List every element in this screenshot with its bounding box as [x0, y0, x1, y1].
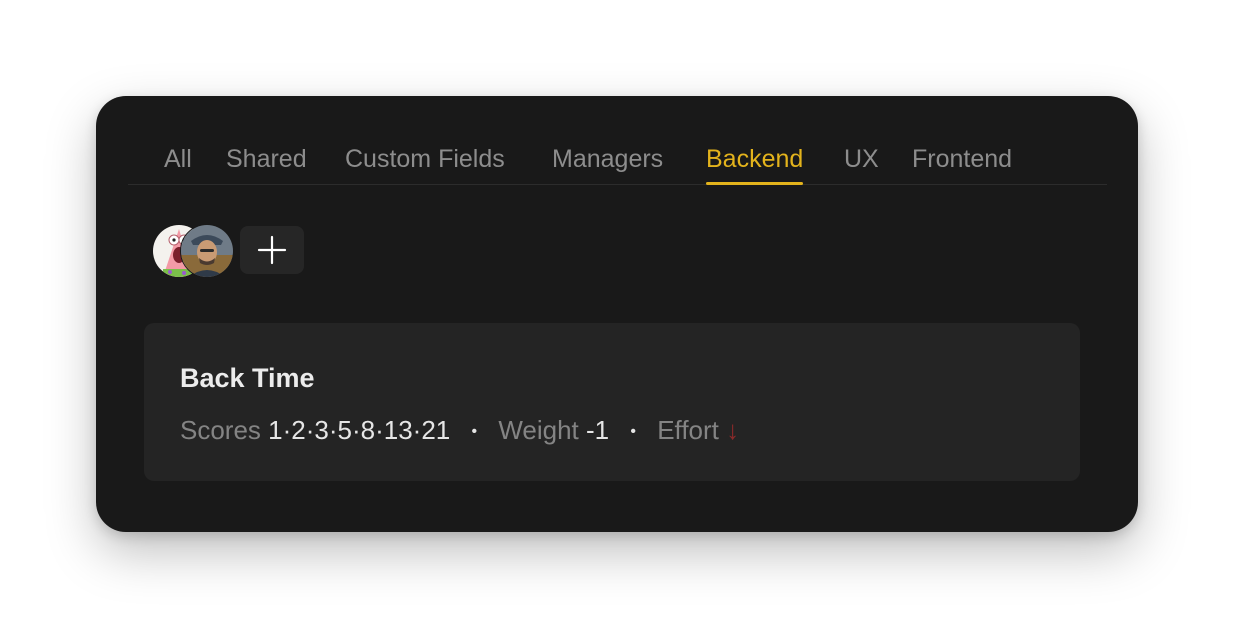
separator-dot: •: [471, 423, 478, 440]
tab-backend[interactable]: Backend: [706, 144, 804, 185]
plus-icon: [257, 235, 287, 265]
scores-label: Scores: [180, 415, 261, 445]
add-member-button[interactable]: [240, 226, 304, 274]
tab-managers[interactable]: Managers: [552, 144, 663, 184]
field-title: Back Time: [180, 363, 315, 393]
effort-label: Effort: [657, 415, 719, 445]
field-meta: Scores 1·2·3·5·8·13·21 • Weight -1 • Eff…: [180, 415, 739, 447]
tab-custom-fields[interactable]: Custom Fields: [345, 144, 505, 184]
tab-all[interactable]: All: [164, 144, 192, 184]
tab-bar: All Shared Custom Fields Managers Backen…: [128, 136, 1107, 185]
tab-frontend[interactable]: Frontend: [912, 144, 1012, 184]
arrow-down-icon: ↓: [726, 415, 740, 445]
tab-ux[interactable]: UX: [844, 144, 879, 184]
custom-field-panel[interactable]: Back Time Scores 1·2·3·5·8·13·21 • Weigh…: [144, 323, 1080, 481]
weight-label: Weight: [498, 415, 579, 445]
avatar-man-in-cap[interactable]: [180, 224, 234, 278]
weight-value: -1: [586, 415, 610, 445]
tab-shared[interactable]: Shared: [226, 144, 307, 184]
team-fields-card: All Shared Custom Fields Managers Backen…: [96, 96, 1138, 532]
scores-value: 1·2·3·5·8·13·21: [268, 415, 451, 445]
separator-dot: •: [630, 423, 636, 440]
